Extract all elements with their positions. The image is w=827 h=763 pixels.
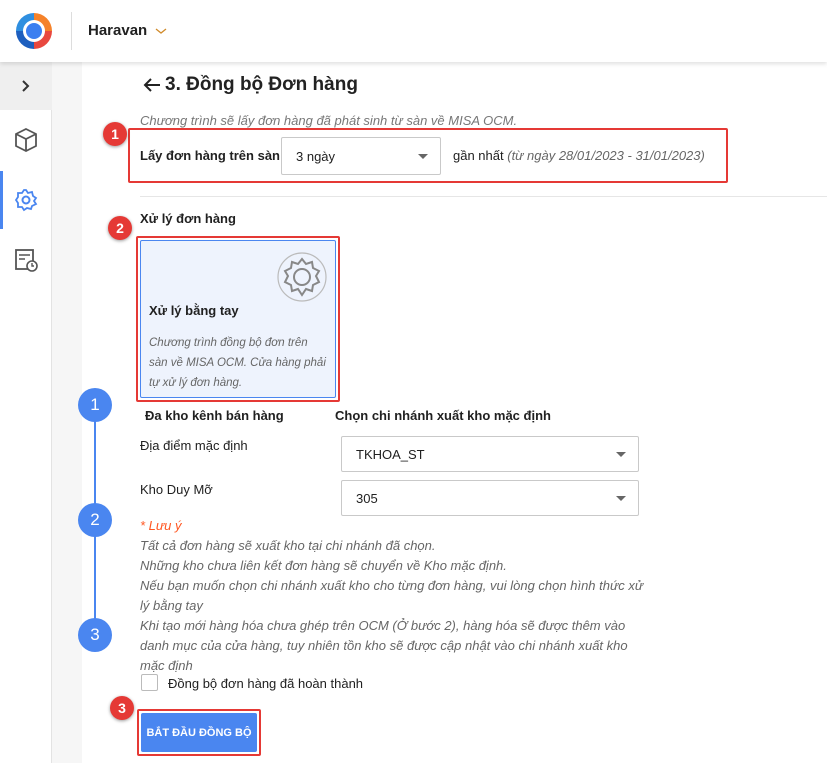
branch-value: TKHOA_ST	[356, 446, 425, 462]
annotation-badge: 2	[108, 216, 132, 240]
branch-value: 305	[356, 490, 378, 506]
step-marker: 3	[78, 618, 112, 652]
page-title: 3. Đồng bộ Đơn hàng	[165, 74, 358, 95]
gear-icon	[277, 252, 327, 302]
fetch-suffix-text: gần nhất	[453, 148, 504, 163]
note-line: Nếu bạn muốn chọn chi nhánh xuất kho cho…	[140, 578, 644, 613]
branch-select[interactable]: 305	[341, 480, 639, 516]
sidebar	[0, 62, 52, 763]
page-header: 3. Đồng bộ Đơn hàng	[143, 74, 358, 96]
shop-name: Haravan	[88, 22, 148, 39]
note-title: * Lưu ý	[140, 518, 182, 533]
warehouse-label: Kho Duy Mỡ	[140, 482, 213, 497]
warehouse-column-header: Đa kho kênh bán hàng	[145, 408, 284, 423]
step-marker: 1	[78, 388, 112, 422]
sidebar-item-products[interactable]	[0, 111, 52, 169]
option-description: Chương trình đồng bộ đơn trên sàn về MIS…	[149, 337, 326, 389]
shop-selector[interactable]: Haravan	[88, 22, 167, 39]
processing-label: Xử lý đơn hàng	[140, 211, 236, 226]
note-line: Khi tạo mới hàng hóa chưa ghép trên OCM …	[140, 618, 628, 673]
branch-select[interactable]: TKHOA_ST	[341, 436, 639, 472]
sidebar-toggle[interactable]	[0, 62, 52, 110]
back-arrow-icon[interactable]	[143, 77, 161, 93]
start-sync-button[interactable]: BẮT ĐẦU ĐỒNG BỘ	[141, 713, 257, 752]
sidebar-item-history[interactable]	[0, 231, 52, 289]
fetch-range: (từ ngày 28/01/2023 - 31/01/2023)	[507, 148, 705, 163]
fetch-suffix: gần nhất (từ ngày 28/01/2023 - 31/01/202…	[453, 148, 705, 163]
app-logo[interactable]	[13, 10, 55, 52]
gear-icon	[14, 189, 38, 212]
fetch-period-value: 3 ngày	[296, 148, 336, 164]
note-block: * Lưu ý Tất cả đơn hàng sẽ xuất kho tại …	[140, 516, 650, 676]
chevron-right-icon	[22, 80, 30, 92]
header: Haravan	[0, 0, 827, 62]
box-icon	[15, 127, 37, 153]
branch-column-header: Chọn chi nhánh xuất kho mặc định	[335, 408, 551, 423]
annotation-badge: 3	[110, 696, 134, 720]
warehouse-label: Địa điểm mặc định	[140, 438, 248, 453]
sidebar-item-settings[interactable]	[0, 171, 52, 229]
fetch-period-select[interactable]: 3 ngày	[281, 137, 441, 175]
option-title: Xử lý bằng tay	[149, 303, 239, 318]
calendar-clock-icon	[15, 249, 38, 272]
manual-processing-option[interactable]: Xử lý bằng tay Chương trình đồng bộ đơn …	[140, 240, 336, 398]
sync-completed-checkbox[interactable]	[141, 674, 158, 691]
note-line: Tất cả đơn hàng sẽ xuất kho tại chi nhán…	[140, 538, 436, 553]
caret-down-icon	[418, 154, 428, 159]
annotation-badge: 1	[103, 122, 127, 146]
checkbox-label: Đồng bộ đơn hàng đã hoàn thành	[168, 676, 364, 691]
note-line: Những kho chưa liên kết đơn hàng sẽ chuy…	[140, 558, 507, 573]
divider	[140, 196, 827, 197]
caret-down-icon	[616, 496, 626, 501]
fetch-label: Lấy đơn hàng trên sàn	[140, 148, 280, 163]
chevron-down-icon	[155, 27, 167, 34]
step-marker: 2	[78, 503, 112, 537]
caret-down-icon	[616, 452, 626, 457]
